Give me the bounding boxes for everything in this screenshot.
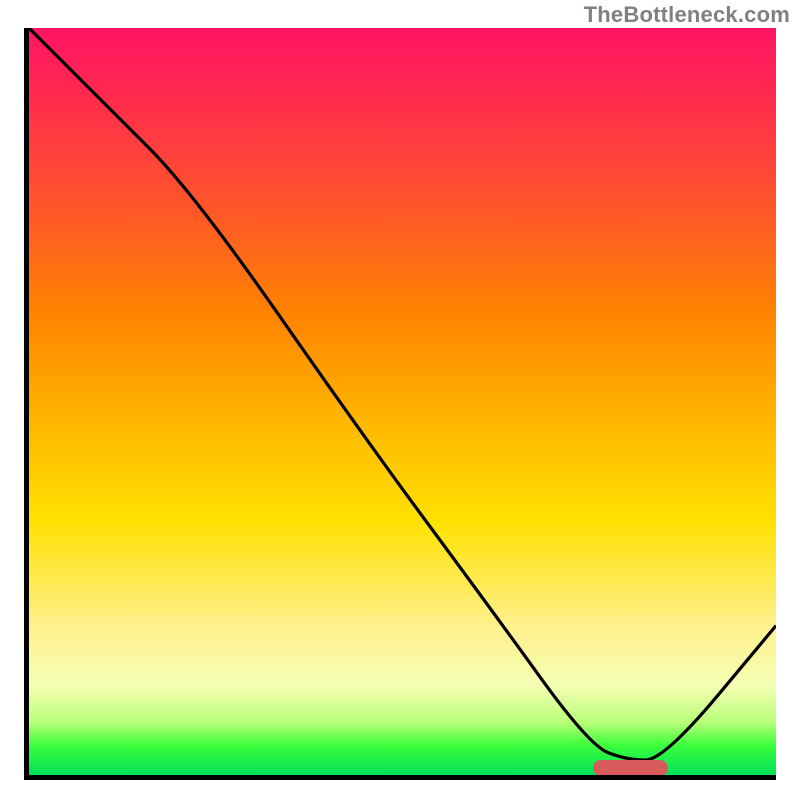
curve-layer xyxy=(29,28,776,775)
plot-frame xyxy=(24,28,776,780)
bottleneck-curve xyxy=(29,28,776,760)
chart-container: TheBottleneck.com xyxy=(0,0,800,800)
watermark-text: TheBottleneck.com xyxy=(584,2,790,28)
highlight-marker xyxy=(593,760,668,776)
